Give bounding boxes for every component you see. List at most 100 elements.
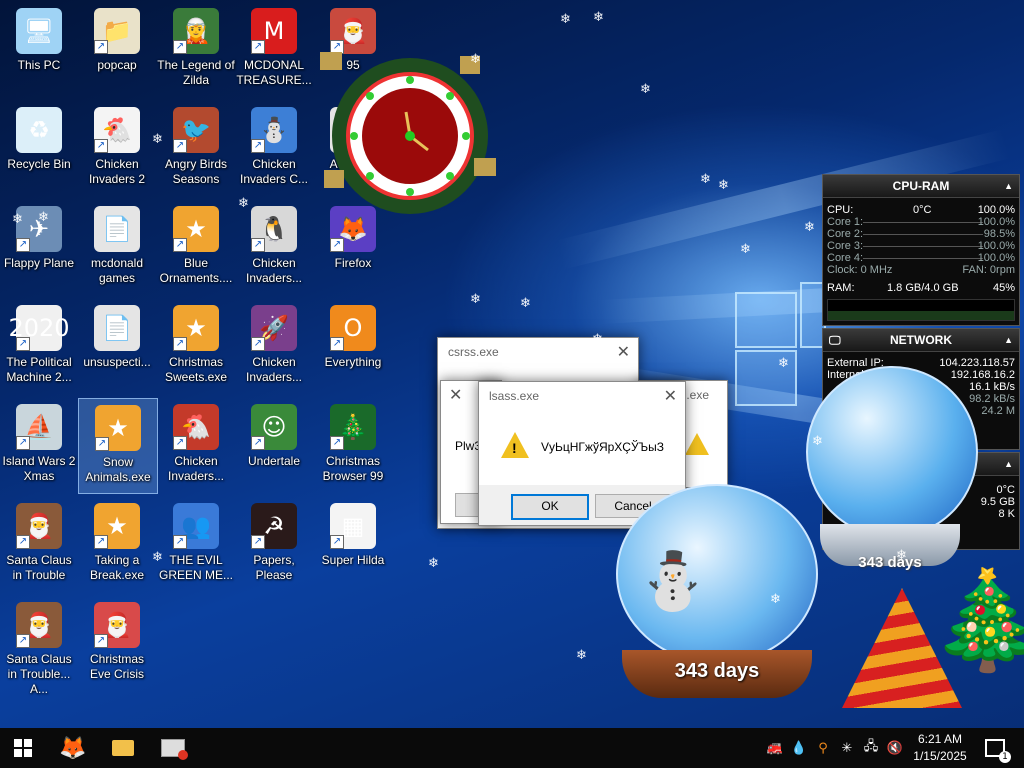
shortcut-arrow-icon: ↗ <box>94 139 108 153</box>
desktop-icon-label: Island Wars 2 Xmas <box>2 454 76 483</box>
warning-icon-mark: ! <box>512 440 517 456</box>
desktop-icon[interactable]: 🐔 ↗ Chicken Invaders 2 <box>78 101 156 195</box>
globe-days-label: 343 days <box>674 660 760 682</box>
fan-speed: FAN: 0rpm <box>962 264 1015 276</box>
collapse-icon[interactable]: ▲ <box>1004 453 1013 475</box>
desktop-icon-image: 🎄 ↗ <box>330 404 376 450</box>
desktop-icon[interactable]: 🎅 ↗ Santa Claus in Trouble <box>0 497 78 591</box>
christmas-tree-gadget[interactable]: 🎄 <box>832 570 1024 718</box>
desktop-icon[interactable]: ★ ↗ Taking a Break.exe <box>78 497 156 591</box>
snow-globe-large[interactable]: 343 days <box>800 366 980 586</box>
desktop-icon-label: Christmas Browser 99 <box>322 454 384 483</box>
desktop-icon[interactable]: ★ ↗ Blue Ornaments.... <box>157 200 235 294</box>
close-icon[interactable]: ✕ <box>617 338 630 366</box>
desktop-icon[interactable]: 🎅 ↗ Christmas Eve Crisis <box>78 596 156 690</box>
desktop-icon[interactable]: 📁 ↗ popcap <box>78 2 156 96</box>
desktop-icon[interactable]: 🎅 ↗ Santa Claus in Trouble... A... <box>0 596 78 696</box>
desktop-icon[interactable]: 🐧 ↗ Chicken Invaders... <box>235 200 313 294</box>
desktop-icon-image: 🐦 ↗ <box>173 107 219 153</box>
snowflake-icon: ❄ <box>593 10 604 25</box>
desktop-icon-label: This PC <box>17 58 61 72</box>
shortcut-arrow-icon: ↗ <box>251 337 265 351</box>
close-icon[interactable]: ✕ <box>449 381 462 409</box>
snowflake-icon: ❄ <box>592 332 603 347</box>
desktop-icon-label: Flappy Plane <box>3 256 75 270</box>
tray-app-icon[interactable]: 🚒 <box>764 728 786 768</box>
ok-button[interactable]: OK <box>511 494 589 520</box>
desktop-icon[interactable]: 📄 mcdonald games <box>78 200 156 294</box>
core3-value: 100.0% <box>977 240 1015 252</box>
error-window-icon <box>161 739 188 760</box>
core1-bar <box>863 222 983 223</box>
desktop[interactable]: 🖥 This PC 📁 ↗ popcap 🧝 ↗ The Legend of Zilda M ↗ M… <box>0 0 1024 761</box>
tray-snow-icon[interactable]: ✳ <box>836 728 858 768</box>
collapse-icon[interactable]: ▲ <box>1004 175 1013 197</box>
desktop-icon[interactable]: 🐔 ↗ Chicken Invaders... <box>157 398 235 492</box>
taskbar-error-window[interactable] <box>150 728 196 768</box>
notification-button[interactable]: 1 <box>980 728 1011 768</box>
snowflake-icon: ❄ <box>804 220 815 235</box>
dialog-titlebar[interactable]: csrss.exe ✕ <box>438 338 638 366</box>
desktop-icon[interactable]: 🚀 ↗ Chicken Invaders... <box>235 299 313 393</box>
notification-icon: 1 <box>985 739 1011 763</box>
cpu-ram-gadget[interactable]: CPU-RAM ▲ CPU: 0°C 100.0% Core 1: 100.0% Cor… <box>822 174 1020 326</box>
desktop-icon[interactable]: 2020 ↗ The Political Machine 2... <box>0 299 78 393</box>
desktop-icon[interactable]: ★ ↗ Christmas Sweets.exe <box>157 299 235 393</box>
close-icon[interactable]: ✕ <box>664 382 677 410</box>
dialog-titlebar[interactable]: lsass.exe ✕ <box>479 382 685 410</box>
wreath-clock-gadget[interactable] <box>310 50 510 220</box>
tray-search-icon[interactable]: ⚲ <box>812 728 834 768</box>
desktop-icon[interactable]: O ↗ Everything <box>314 299 392 393</box>
desktop-icon-image: 🐔 ↗ <box>173 404 219 450</box>
desktop-icon[interactable]: ♻ Recycle Bin <box>0 101 78 195</box>
desktop-icon[interactable]: M ↗ MCDONAL TREASURE... <box>235 2 313 96</box>
drive-temp: 0°C <box>996 484 1015 496</box>
snowman-icon: ⛄ <box>638 549 708 614</box>
gadget-title: NETWORK <box>890 333 952 347</box>
desktop-icon[interactable]: 🖥 This PC <box>0 2 78 96</box>
taskbar-file-explorer[interactable] <box>100 728 146 768</box>
desktop-icon[interactable]: ☺ ↗ Undertale <box>235 398 313 492</box>
snow-globe-small[interactable]: ⛄ 343 days <box>612 484 818 702</box>
desktop-icon[interactable]: 🐦 ↗ Angry Birds Seasons <box>157 101 235 195</box>
cpu-label: CPU: <box>827 204 854 216</box>
tray-drop-icon[interactable]: 💧 <box>788 728 810 768</box>
desktop-icon[interactable]: 👥 ↗ THE EVIL GREEN ME... <box>157 497 235 591</box>
system-clock[interactable]: 6:21 AM 1/15/2025 <box>900 731 980 765</box>
desktop-icon-label: Firefox <box>334 256 372 270</box>
shortcut-arrow-icon: ↗ <box>251 436 265 450</box>
shortcut-arrow-icon: ↗ <box>173 238 187 252</box>
desktop-icon[interactable]: 📄 unsuspecti... <box>78 299 156 393</box>
snowflake-icon: ❄ <box>778 356 789 371</box>
desktop-icon[interactable]: ☭ ↗ Papers, Please <box>235 497 313 591</box>
desktop-icon-image: 📁 ↗ <box>94 8 140 54</box>
start-button[interactable] <box>0 728 46 768</box>
snowflake-icon: ❄ <box>38 210 49 225</box>
desktop-icon[interactable]: ★ ↗ Snow Animals.exe <box>78 398 158 494</box>
collapse-icon[interactable]: ▲ <box>1004 329 1013 351</box>
network-icon[interactable]: 🖧 <box>860 728 882 768</box>
desktop-icon-image: ▦ ↗ <box>330 503 376 549</box>
drive-size: 9.5 GB <box>980 496 1015 508</box>
desktop-icon[interactable]: ▦ ↗ Super Hilda <box>314 497 392 591</box>
taskbar-firefox[interactable]: 🦊 <box>50 728 96 768</box>
desktop-icon[interactable]: ⛵ ↗ Island Wars 2 Xmas <box>0 398 78 492</box>
ram-graph <box>827 299 1015 321</box>
desktop-icon[interactable]: 🎄 ↗ Christmas Browser 99 <box>314 398 392 492</box>
shortcut-arrow-icon: ↗ <box>94 535 108 549</box>
snowflake-icon: ❄ <box>770 592 781 607</box>
desktop-icon-label: mcdonald games <box>90 256 144 285</box>
shortcut-arrow-icon: ↗ <box>251 40 265 54</box>
snowflake-icon: ❄ <box>470 52 481 67</box>
cpu-temp: 0°C <box>913 204 932 216</box>
tree-icon: 🎄 <box>928 564 1024 676</box>
warning-icon <box>685 433 709 455</box>
shortcut-arrow-icon: ↗ <box>251 139 265 153</box>
desktop-icon[interactable]: ⛄ ↗ Chicken Invaders C... <box>235 101 313 195</box>
ram-label: RAM: <box>827 282 855 294</box>
core3-label: Core 3: <box>827 240 864 252</box>
shortcut-arrow-icon: ↗ <box>173 139 187 153</box>
dialog-message: VуЬцНГжўЯрХÇЎЪыЗ <box>541 440 664 454</box>
desktop-icon[interactable]: 🧝 ↗ The Legend of Zilda <box>157 2 235 96</box>
desktop-icon-label: Everything <box>324 355 382 369</box>
